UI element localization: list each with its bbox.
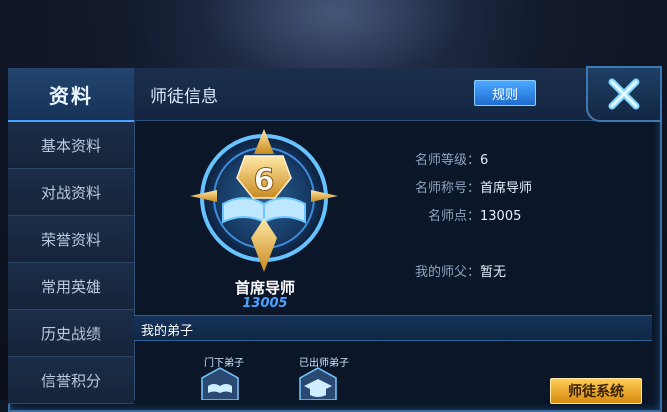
my-disciples-title: 我的弟子 — [141, 324, 194, 339]
current-disciples-icon[interactable] — [198, 366, 242, 401]
badge-level-number: 6 — [254, 163, 275, 198]
mentor-title-label: 名师称号： — [415, 181, 481, 196]
mentor-system-button[interactable]: 师徒系统 — [550, 378, 642, 404]
rules-button[interactable]: 规则 — [474, 80, 536, 106]
sidebar-item-history-records[interactable]: 历史战绩 — [8, 310, 134, 357]
sidebar-item-credit-score[interactable]: 信誉积分 — [8, 357, 134, 404]
my-master-label: 我的师父： — [415, 265, 481, 280]
sidebar-item-basic-info[interactable]: 基本资料 — [8, 122, 134, 169]
mentor-level-row: 名师等级：6 — [415, 149, 488, 168]
mentor-points-value: 13005 — [480, 209, 522, 224]
book-emblem-icon — [201, 367, 239, 401]
page-title: 师徒信息 — [150, 87, 218, 107]
sidebar-item-honor-info[interactable]: 荣誉资料 — [8, 216, 134, 263]
badge-score: 13005 — [242, 296, 288, 311]
badge-title: 首席导师 — [234, 279, 295, 297]
my-master-value: 暂无 — [480, 265, 507, 280]
mentor-level-value: 6 — [480, 153, 489, 168]
mentor-badge: 6 — [187, 126, 341, 276]
sidebar-item-battle-info[interactable]: 对战资料 — [8, 169, 134, 216]
my-master-row: 我的师父：暂无 — [415, 261, 506, 280]
main-header: 师徒信息 规则 — [134, 68, 658, 121]
sidebar: 资料 基本资料 对战资料 荣誉资料 常用英雄 历史战绩 信誉积分 — [8, 68, 135, 404]
close-button[interactable] — [586, 66, 662, 122]
sidebar-header: 资料 — [8, 68, 134, 122]
mentor-points-label: 名师点： — [428, 209, 481, 224]
close-icon — [608, 78, 640, 110]
graduation-cap-icon — [299, 367, 337, 401]
my-disciples-section: 我的弟子 — [134, 315, 652, 341]
mentor-title-value: 首席导师 — [480, 181, 533, 196]
mentor-level-label: 名师等级： — [415, 153, 481, 168]
graduated-disciples-icon[interactable] — [296, 366, 340, 401]
mentor-title-row: 名师称号：首席导师 — [415, 177, 532, 196]
mentor-points-row: 名师点：13005 — [428, 205, 521, 224]
mentor-emblem-icon: 6 — [190, 129, 338, 272]
sidebar-item-common-heroes[interactable]: 常用英雄 — [8, 263, 134, 310]
